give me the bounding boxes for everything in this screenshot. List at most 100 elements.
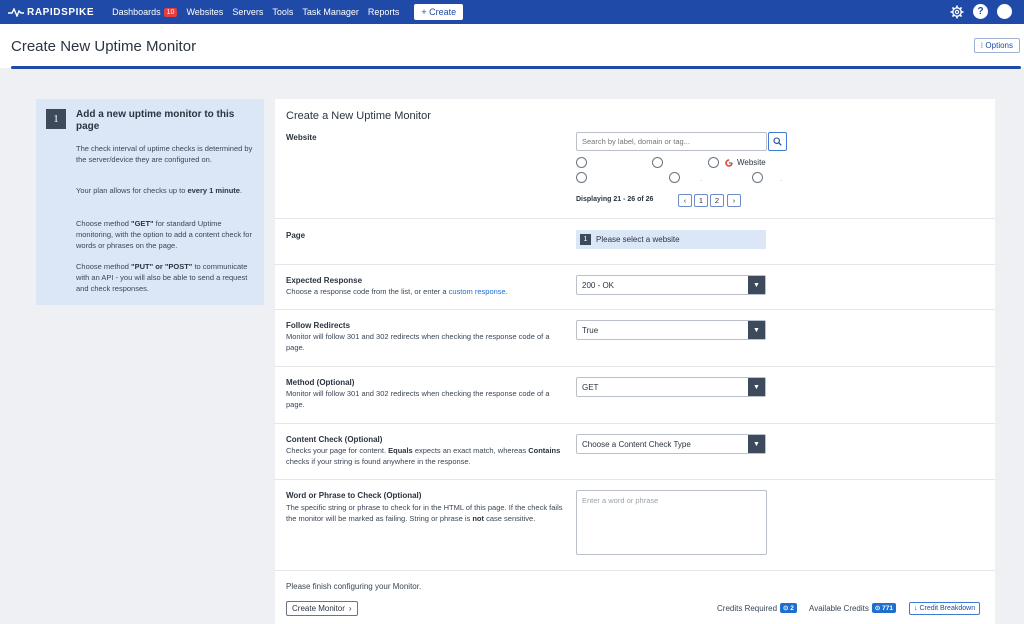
nav-right-icons: ? bbox=[950, 4, 1012, 19]
expected-response-value: 200 - OK bbox=[582, 281, 615, 290]
page-header: Create New Uptime Monitor ⁝ Options bbox=[0, 24, 1024, 68]
info-plan-text: Your plan allows for checks up to bbox=[76, 186, 188, 195]
method-help: Monitor will follow 301 and 302 redirect… bbox=[286, 389, 550, 409]
info-paragraph-interval: The check interval of uptime checks is d… bbox=[76, 144, 253, 164]
custom-response-link[interactable]: custom response bbox=[449, 287, 506, 296]
footer-note: Please finish configuring your Monitor. bbox=[286, 582, 422, 591]
options-button[interactable]: ⁝ Options bbox=[973, 38, 1020, 53]
caret-down-icon: ▼ bbox=[748, 378, 765, 396]
available-credits-value: 771 bbox=[882, 605, 894, 612]
phrase-textarea[interactable]: Enter a word or phrase bbox=[576, 490, 767, 555]
content-check-label: Content Check (Optional) bbox=[286, 435, 383, 444]
expected-response-help: Choose a response code from the list, or… bbox=[286, 286, 568, 297]
info-icon: 1 bbox=[46, 109, 66, 129]
expected-response-help-text: Choose a response code from the list, or… bbox=[286, 287, 449, 296]
content-check-equals: Equals bbox=[388, 446, 413, 455]
expected-response-select[interactable]: 200 - OK ▼ bbox=[576, 275, 766, 295]
info-paragraph-get: Choose method "GET" for standard Uptime … bbox=[76, 218, 256, 251]
website-radio-3[interactable] bbox=[708, 157, 719, 168]
nav-tools[interactable]: Tools bbox=[272, 7, 293, 17]
nav-task-manager-label: Task Manager bbox=[302, 7, 359, 17]
create-monitor-label: Create Monitor bbox=[292, 604, 345, 613]
pagination-prev-button[interactable]: ‹ bbox=[678, 194, 692, 207]
website-radio-3-label: Website bbox=[725, 158, 766, 167]
header-divider bbox=[11, 66, 1021, 69]
content-check-help-text: Checks your page for content. bbox=[286, 446, 389, 455]
page-notice: 1 Please select a website bbox=[576, 230, 766, 249]
follow-redirects-help: Monitor will follow 301 and 302 redirect… bbox=[286, 332, 550, 352]
section-divider bbox=[275, 423, 995, 424]
website-radio-6[interactable] bbox=[752, 172, 763, 183]
pagination-next-button[interactable]: › bbox=[727, 194, 741, 207]
info-put-text: Choose method bbox=[76, 262, 132, 271]
radio-6-label-fragment: . bbox=[780, 176, 782, 183]
phrase-help: The specific string or phrase to check f… bbox=[286, 502, 568, 524]
website-radio-4[interactable] bbox=[576, 172, 587, 183]
section-divider bbox=[275, 366, 995, 367]
gear-icon[interactable] bbox=[950, 5, 964, 19]
caret-down-icon: ▼ bbox=[748, 435, 765, 453]
content-check-contains: Contains bbox=[528, 446, 561, 455]
section-divider bbox=[275, 570, 995, 571]
nav-reports[interactable]: Reports bbox=[368, 7, 400, 17]
follow-redirects-label: Follow Redirects bbox=[286, 321, 351, 330]
create-button[interactable]: + Create bbox=[414, 4, 464, 20]
section-divider bbox=[275, 218, 995, 219]
credits-required-value: 2 bbox=[790, 605, 794, 612]
follow-redirects-select[interactable]: True ▼ bbox=[576, 320, 766, 340]
top-navbar: RAPIDSPIKE Dashboards 10 Websites Server… bbox=[0, 0, 1024, 24]
method-select[interactable]: GET ▼ bbox=[576, 377, 766, 397]
help-icon[interactable]: ? bbox=[973, 4, 988, 19]
nav-dashboards[interactable]: Dashboards 10 bbox=[112, 7, 178, 17]
website-search-input[interactable] bbox=[576, 132, 767, 151]
create-monitor-button[interactable]: Create Monitor › bbox=[286, 601, 358, 616]
info-plan-interval: every 1 minute bbox=[187, 186, 240, 195]
nav-task-manager[interactable]: Task Manager bbox=[302, 7, 359, 17]
chevron-right-icon: › bbox=[348, 604, 352, 613]
nav-websites[interactable]: Websites bbox=[186, 7, 223, 17]
caret-down-icon: ▼ bbox=[748, 321, 765, 339]
nav-servers-label: Servers bbox=[232, 7, 264, 17]
brand-logo[interactable]: RAPIDSPIKE bbox=[8, 7, 94, 18]
nav-tools-label: Tools bbox=[272, 7, 294, 17]
website-label: Website bbox=[286, 133, 317, 142]
brand-name: RAPIDSPIKE bbox=[27, 6, 95, 18]
search-button[interactable] bbox=[768, 132, 787, 151]
expected-response-help-end: . bbox=[505, 287, 508, 296]
nav-websites-label: Websites bbox=[186, 7, 224, 17]
website-radio-2[interactable] bbox=[652, 157, 663, 168]
content-check-help: Checks your page for content. Equals exp… bbox=[286, 445, 568, 467]
phrase-label: Word or Phrase to Check (Optional) bbox=[286, 491, 422, 500]
credits-required: Credits Required ⊙ 2 bbox=[717, 603, 797, 613]
pagination-page-2[interactable]: 2 bbox=[710, 194, 724, 207]
phrase-help-end: case sensitive. bbox=[484, 514, 536, 523]
page-title: Create New Uptime Monitor bbox=[11, 38, 197, 55]
monitor-form-card: Create a New Uptime Monitor Website Webs… bbox=[275, 99, 995, 624]
expected-response-label: Expected Response bbox=[286, 276, 363, 285]
info-get-text: Choose method bbox=[76, 219, 132, 228]
content-check-help-end: checks if your string is found anywhere … bbox=[286, 457, 471, 466]
info-plan-end: . bbox=[239, 186, 243, 195]
follow-redirects-value: True bbox=[582, 326, 599, 335]
content-check-select[interactable]: Choose a Content Check Type ▼ bbox=[576, 434, 766, 454]
pulse-icon bbox=[8, 7, 24, 17]
available-credits: Available Credits ⊙ 771 bbox=[809, 603, 897, 613]
caret-down-icon: ▼ bbox=[748, 276, 765, 294]
website-radio-5[interactable] bbox=[669, 172, 680, 183]
content-check-help-mid: expects an exact match, whereas bbox=[412, 446, 529, 455]
section-divider bbox=[275, 309, 995, 310]
credits-required-badge: ⊙ 2 bbox=[780, 603, 797, 613]
section-divider bbox=[275, 479, 995, 480]
method-label: Method (Optional) bbox=[286, 378, 355, 387]
pagination-page-1[interactable]: 1 bbox=[694, 194, 708, 207]
avatar[interactable] bbox=[997, 4, 1012, 19]
search-icon bbox=[773, 137, 782, 146]
website-radio-3-text: Website bbox=[737, 158, 766, 167]
nav-servers[interactable]: Servers bbox=[232, 7, 263, 17]
available-credits-label: Available Credits bbox=[809, 603, 869, 613]
page-notice-text: Please select a website bbox=[596, 235, 680, 244]
credit-breakdown-button[interactable]: ↓ Credit Breakdown bbox=[909, 602, 981, 615]
website-radio-1[interactable] bbox=[576, 157, 587, 168]
credits-required-label: Credits Required bbox=[717, 603, 778, 613]
info-paragraph-put-post: Choose method "PUT" or "POST" to communi… bbox=[76, 261, 256, 294]
